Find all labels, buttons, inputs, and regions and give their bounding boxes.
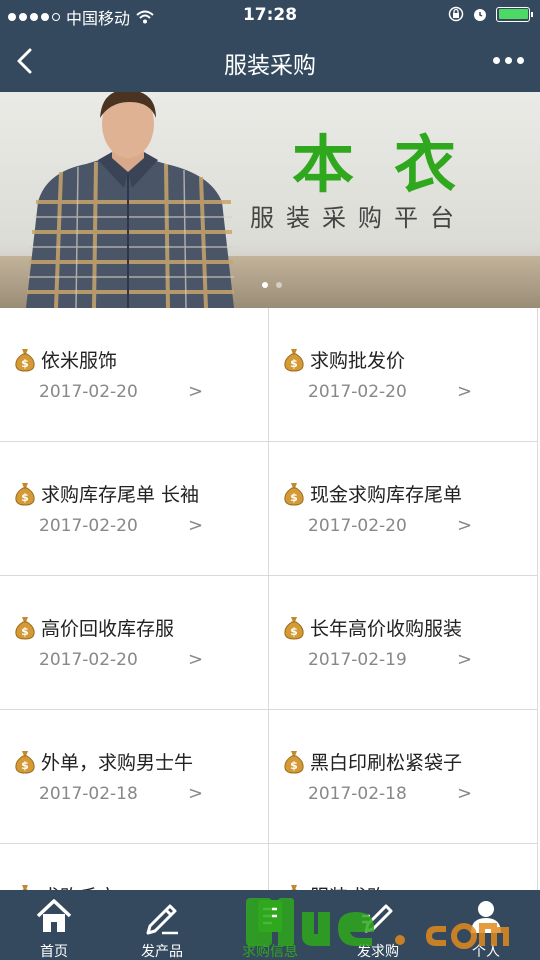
pager-dot-active[interactable] (262, 282, 268, 288)
svg-text:$: $ (290, 759, 298, 772)
carousel-pager[interactable] (262, 282, 282, 288)
status-bar: 中国移动 17:28 (0, 0, 540, 30)
svg-text:$: $ (290, 625, 298, 638)
svg-text:$: $ (21, 357, 29, 370)
item-name: 依米服饰 (41, 350, 118, 372)
item-date: 2017-02-20 (39, 382, 138, 402)
item-date: 2017-02-20 (39, 516, 138, 536)
money-bag-icon: $ (284, 349, 304, 372)
item-name: 外单，求购男士牛 (41, 752, 194, 774)
svg-text:$: $ (290, 357, 298, 370)
purchase-item[interactable]: $ 高价回收库存服 2017-02-20 > (0, 576, 269, 710)
tab-profile[interactable]: 个人 (432, 890, 540, 960)
tab-post-request[interactable]: 发求购 (324, 890, 432, 960)
money-bag-icon: $ (15, 349, 35, 372)
chevron-right-icon: > (188, 649, 204, 670)
purchase-item[interactable]: $ 黑白印刷松紧袋子 2017-02-18 > (269, 710, 538, 844)
tab-post-product[interactable]: 发产品 (108, 890, 216, 960)
tab-label: 个人 (472, 944, 500, 960)
item-name: 求购批发价 (310, 350, 406, 372)
tab-label: 首页 (40, 944, 68, 960)
tab-bar: 首页 发产品 求购信息 发求购 个人 (0, 890, 540, 960)
svg-text:$: $ (21, 491, 29, 504)
money-bag-icon: $ (284, 751, 304, 774)
battery-icon (496, 6, 533, 22)
nav-bar: 服装采购 (0, 30, 540, 92)
item-date: 2017-02-18 (308, 784, 407, 804)
banner-tagline: 服装采购平台 (250, 204, 466, 232)
pencil-icon (146, 904, 178, 935)
svg-text:$: $ (290, 491, 298, 504)
tab-label: 发产品 (141, 944, 183, 960)
more-icon[interactable] (493, 57, 524, 64)
tab-home[interactable]: 首页 (0, 890, 108, 960)
chevron-right-icon: > (457, 783, 473, 804)
item-name: 黑白印刷松紧袋子 (310, 752, 463, 774)
home-icon (36, 899, 72, 932)
rotation-lock-icon (448, 6, 464, 22)
item-date: 2017-02-20 (308, 382, 407, 402)
purchase-item[interactable]: $ 求购批发价 2017-02-20 > (269, 308, 538, 442)
user-icon (471, 901, 501, 933)
tab-label: 求购信息 (242, 944, 298, 960)
item-date: 2017-02-19 (308, 650, 407, 670)
item-name: 求购库存尾单 长袖 (41, 484, 200, 506)
item-date: 2017-02-20 (39, 650, 138, 670)
item-name: 现金求购库存尾单 (310, 484, 463, 506)
chevron-right-icon: > (457, 649, 473, 670)
banner-carousel[interactable]: 本衣 服装采购平台 (0, 92, 540, 308)
money-bag-icon: $ (284, 483, 304, 506)
tab-label: 发求购 (357, 944, 399, 960)
list-icon (258, 900, 282, 932)
alarm-icon (474, 9, 486, 21)
chevron-right-icon: > (188, 515, 204, 536)
purchase-item[interactable]: $ 求购库存尾单 长袖 2017-02-20 > (0, 442, 269, 576)
money-bag-icon: $ (15, 617, 35, 640)
item-date: 2017-02-20 (308, 516, 407, 536)
item-name: 高价回收库存服 (41, 618, 175, 640)
purchase-item[interactable]: $ 长年高价收购服装 2017-02-19 > (269, 576, 538, 710)
chevron-right-icon: > (188, 783, 204, 804)
chevron-right-icon: > (457, 515, 473, 536)
item-date: 2017-02-18 (39, 784, 138, 804)
model-image (26, 92, 234, 308)
money-bag-icon: $ (15, 483, 35, 506)
purchase-item[interactable]: $ 外单，求购男士牛 2017-02-18 > (0, 710, 269, 844)
status-right (448, 6, 533, 22)
page-title: 服装采购 (224, 53, 316, 79)
banner-brand: 本衣 (292, 128, 497, 201)
svg-text:$: $ (21, 759, 29, 772)
tab-purchase-info[interactable]: 求购信息 (216, 890, 324, 960)
purchase-item[interactable]: $ 现金求购库存尾单 2017-02-20 > (269, 442, 538, 576)
edit-icon (362, 904, 393, 933)
item-name: 长年高价收购服装 (310, 618, 463, 640)
purchase-item[interactable]: $ 依米服饰 2017-02-20 > (0, 308, 269, 442)
svg-text:$: $ (21, 625, 29, 638)
chevron-right-icon: > (188, 381, 204, 402)
pager-dot[interactable] (276, 282, 282, 288)
money-bag-icon: $ (284, 617, 304, 640)
chevron-right-icon: > (457, 381, 473, 402)
money-bag-icon: $ (15, 751, 35, 774)
